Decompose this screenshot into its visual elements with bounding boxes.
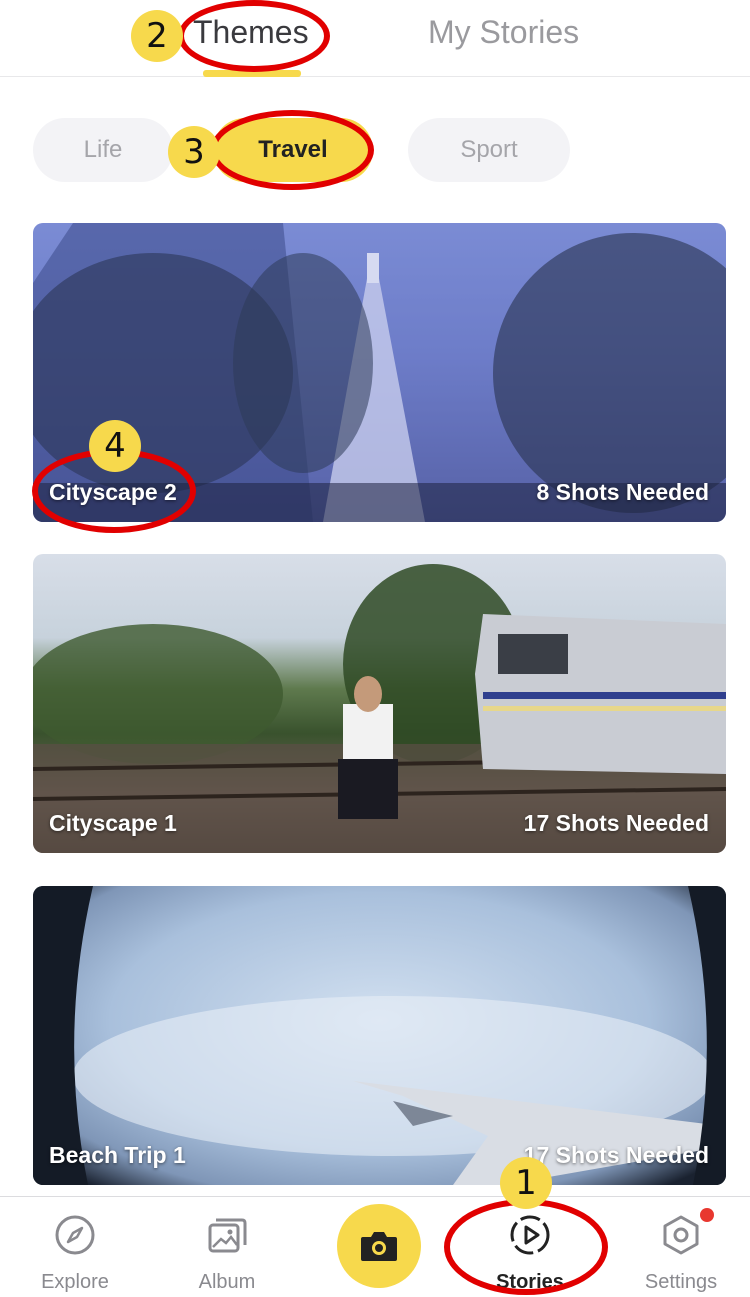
annotation-badge-3: 3: [168, 126, 220, 178]
nav-explore[interactable]: Explore: [15, 1197, 135, 1297]
annotation-badge-2: 2: [131, 10, 183, 62]
tab-my-stories[interactable]: My Stories: [428, 14, 579, 51]
hexagon-settings-icon: [663, 1215, 699, 1255]
annotation-badge-4: 4: [89, 420, 141, 472]
camera-button[interactable]: [337, 1204, 421, 1288]
shots-needed: 8 Shots Needed: [536, 479, 709, 505]
card-thumbnail-plane-window: [33, 886, 726, 1185]
category-chip-life[interactable]: Life: [33, 118, 173, 182]
annotation-ring-stories: [444, 1199, 608, 1295]
nav-settings-label: Settings: [644, 1271, 718, 1293]
annotation-ring-themes: [178, 0, 330, 72]
story-card-cityscape-1[interactable]: Cityscape 1 17 Shots Needed: [33, 554, 726, 853]
story-card-beach-trip-1[interactable]: Beach Trip 1 17 Shots Needed: [33, 886, 726, 1185]
photo-album-icon: [208, 1218, 247, 1253]
notification-dot: [700, 1208, 714, 1222]
top-tab-bar: Themes My Stories: [0, 0, 750, 77]
nav-settings[interactable]: Settings: [621, 1197, 741, 1297]
category-chip-sport[interactable]: Sport: [408, 118, 570, 182]
annotation-ring-travel: [210, 110, 374, 190]
annotation-badge-1: 1: [500, 1157, 552, 1209]
nav-explore-label: Explore: [41, 1271, 109, 1293]
card-thumbnail-train: [33, 564, 726, 853]
shots-needed: 17 Shots Needed: [523, 1142, 709, 1168]
nav-album-label: Album: [198, 1271, 256, 1293]
shots-needed: 17 Shots Needed: [523, 810, 709, 836]
camera-icon: [361, 1232, 397, 1261]
story-title: Cityscape 1: [49, 810, 177, 836]
nav-album[interactable]: Album: [167, 1197, 287, 1297]
compass-icon: [55, 1215, 95, 1255]
story-title: Beach Trip 1: [49, 1142, 186, 1168]
